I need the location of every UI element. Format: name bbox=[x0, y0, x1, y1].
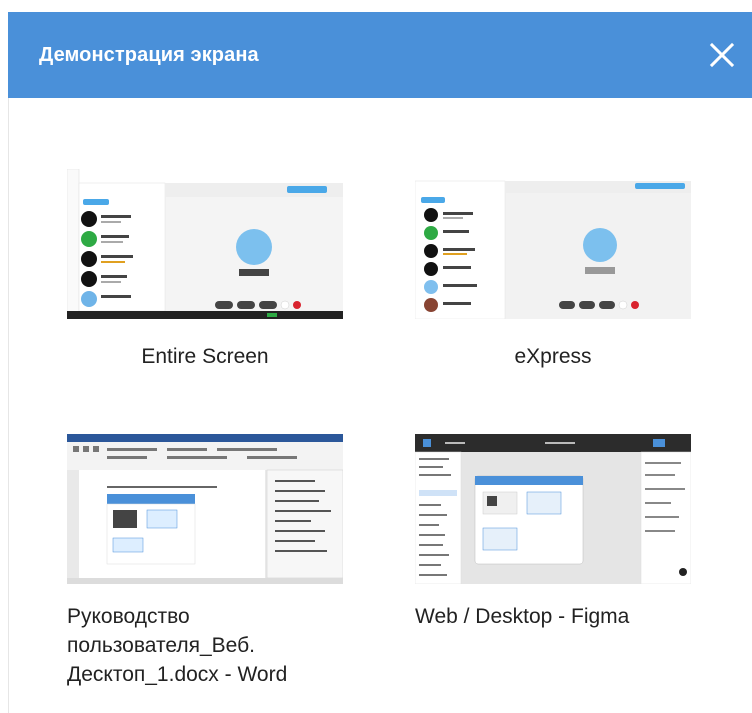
word-document-thumbnail bbox=[67, 434, 343, 584]
source-grid: Entire Screen eXpress Руководство пользо… bbox=[8, 98, 752, 713]
source-label: Руководство пользователя_Веб. Десктоп_1.… bbox=[67, 605, 288, 686]
dialog-header: Демонстрация экрана bbox=[8, 12, 752, 98]
dialog-title: Демонстрация экрана bbox=[39, 43, 259, 66]
source-option-express[interactable]: eXpress bbox=[415, 169, 715, 371]
source-option-figma[interactable]: Web / Desktop - Figma bbox=[415, 434, 715, 631]
entire-screen-thumbnail bbox=[67, 169, 343, 319]
source-option-word-document[interactable]: Руководство пользователя_Веб. Десктоп_1.… bbox=[67, 434, 367, 689]
source-option-entire-screen[interactable]: Entire Screen bbox=[67, 169, 367, 371]
source-label: eXpress bbox=[514, 345, 592, 368]
figma-window-thumbnail bbox=[415, 434, 691, 584]
source-label: Entire Screen bbox=[141, 345, 269, 368]
source-label: Web / Desktop - Figma bbox=[415, 605, 630, 628]
close-icon[interactable] bbox=[704, 37, 740, 73]
express-window-thumbnail bbox=[415, 169, 691, 319]
screen-share-dialog: Демонстрация экрана Entire Screen eXpres… bbox=[8, 12, 752, 713]
